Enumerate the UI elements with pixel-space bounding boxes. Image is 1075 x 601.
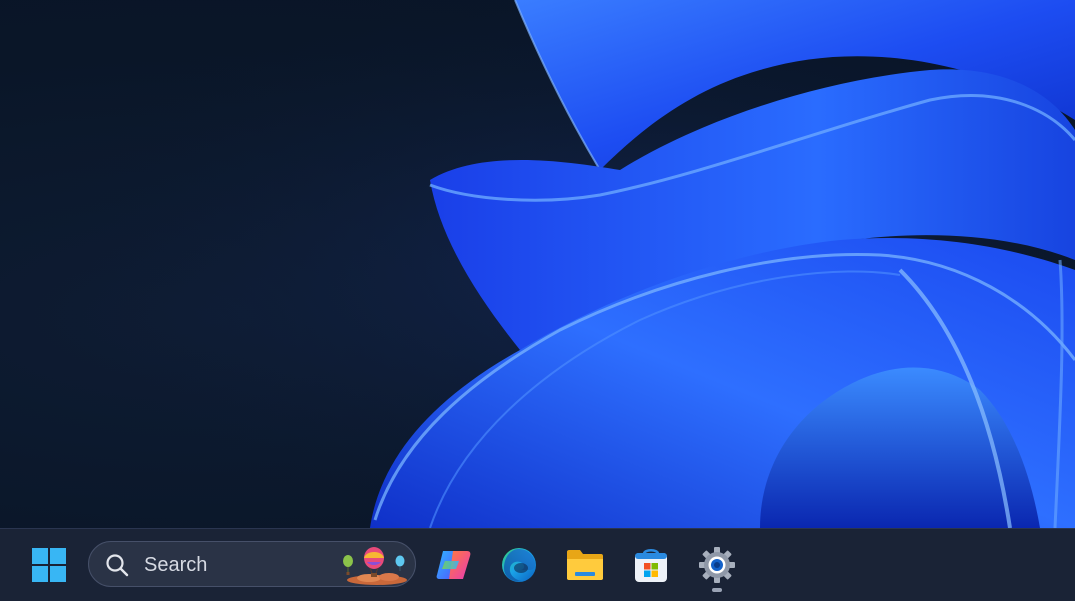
copilot-button[interactable] [428,539,480,591]
running-app-indicator [712,588,722,592]
edge-button[interactable] [493,539,545,591]
bloom-artwork [0,0,1075,528]
settings-button[interactable] [691,539,743,591]
store-icon [635,549,667,582]
windows-logo-icon [32,548,66,582]
file-explorer-button[interactable] [559,539,611,591]
copilot-icon [436,551,471,579]
folder-icon [567,550,603,580]
taskbar: Search [0,528,1075,601]
search-label: Search [144,554,208,576]
hot-air-balloon-icon [343,547,407,585]
start-button[interactable] [23,539,75,591]
search-icon [106,554,129,577]
edge-icon [502,548,536,582]
desktop-wallpaper[interactable] [0,0,1075,528]
desktop-screen: Search [0,0,1075,601]
gear-icon [699,547,735,583]
microsoft-store-button[interactable] [625,539,677,591]
search-box[interactable]: Search [88,541,416,587]
